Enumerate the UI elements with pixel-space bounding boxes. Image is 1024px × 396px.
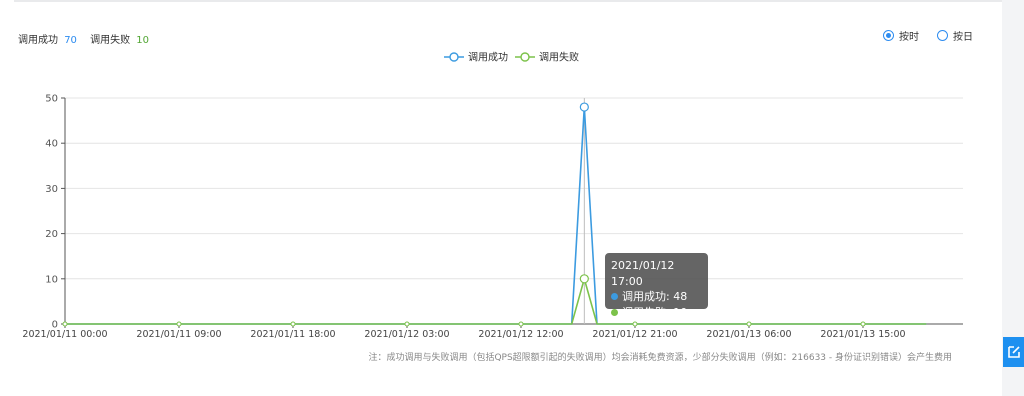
tooltip-success-text: 调用成功: 48 xyxy=(622,290,688,303)
legend-label: 调用成功 xyxy=(468,52,508,64)
call-trend-chart: 010203040502021/01/11 00:00 2021/01/11 09… xyxy=(22,51,963,340)
legend-label: 调用失败 xyxy=(539,51,579,64)
x-tick-label: 2021/01/13 15:00 xyxy=(820,329,905,340)
tooltip-fail-row: 调用失败: 10 xyxy=(611,305,702,321)
legend-marker xyxy=(520,52,530,62)
baseline-point xyxy=(860,321,866,327)
data-point-fail xyxy=(579,274,589,284)
x-tick-label: 2021/01/12 21:00 xyxy=(592,329,677,340)
tooltip-success-swatch xyxy=(611,293,618,301)
y-tick-label: 40 xyxy=(45,139,58,150)
stats-panel: 调用成功 70 调用失败 10 按时 按日 0 10 20 30 40 50 2021/01… xyxy=(0,0,1002,396)
x-tick-label: 2021/01/12 03:00 xyxy=(364,329,449,340)
y-tick-label: 50 xyxy=(45,94,58,105)
y-tick-label: 30 xyxy=(45,184,58,195)
baseline-point xyxy=(746,321,752,327)
baseline-point xyxy=(518,321,524,327)
data-point-success xyxy=(579,102,589,112)
tooltip-fail-swatch xyxy=(611,308,618,316)
baseline-point xyxy=(632,321,638,327)
x-tick-label: 2021/01/12 12:00 xyxy=(478,329,563,340)
x-tick-label: 2021/01/11 09:00 xyxy=(136,329,221,340)
edit-icon xyxy=(1007,346,1020,358)
chart-tooltip: 2021/01/12 17:00 调用成功: 48 调用失败: 10 xyxy=(605,253,708,319)
series-line-success xyxy=(65,106,927,325)
baseline-point xyxy=(290,321,296,327)
x-tick-label: 2021/01/11 00:00 xyxy=(22,329,107,340)
x-tick-label: 2021/01/11 18:00 xyxy=(250,329,335,340)
baseline-point xyxy=(176,321,182,327)
series-line-fail xyxy=(65,275,927,325)
billing-note: 注：成功调用与失败调用（包括QPS超限额引起的失败调用）均会消耗免费资源，少部分… xyxy=(368,353,952,363)
baseline-point xyxy=(62,321,68,327)
edit-button[interactable] xyxy=(1003,337,1024,367)
y-tick-label: 10 xyxy=(45,274,58,285)
x-tick-label: 2021/01/13 06:00 xyxy=(706,329,791,340)
legend-marker xyxy=(449,52,459,62)
baseline-point xyxy=(404,321,410,327)
tooltip-success-row: 调用成功: 48 xyxy=(611,289,702,305)
tooltip-time: 2021/01/12 17:00 xyxy=(611,259,675,288)
tooltip-fail-text: 调用失败: 10 xyxy=(622,305,688,319)
y-tick-label: 20 xyxy=(45,229,58,240)
